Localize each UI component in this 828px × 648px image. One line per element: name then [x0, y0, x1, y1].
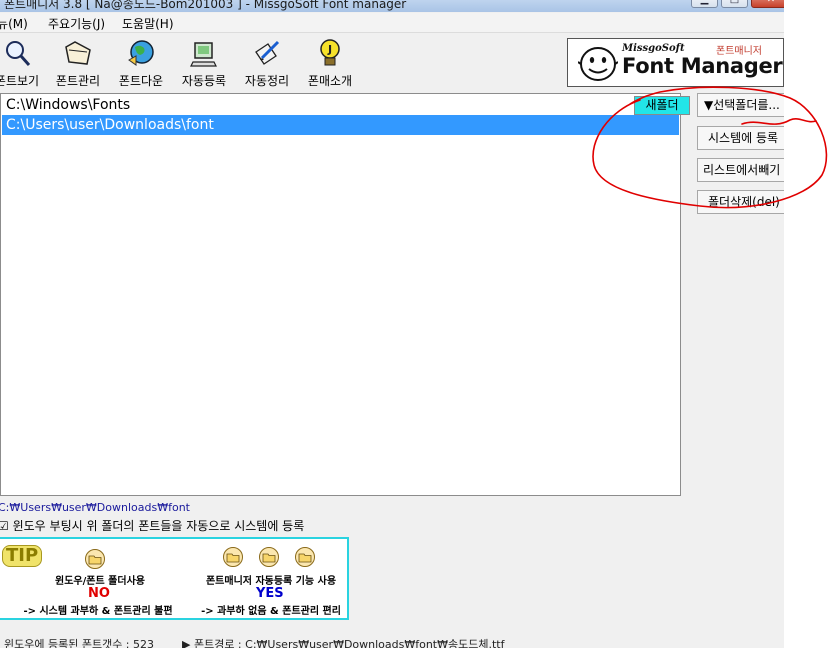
tool-label: 폰트다운	[118, 74, 164, 88]
folder-icon	[259, 547, 279, 567]
maximize-icon: □	[722, 0, 747, 7]
folder-row-selected[interactable]: C:\Users\user\Downloads\font	[2, 115, 679, 135]
menu-help[interactable]: 도움말(H)	[122, 15, 174, 32]
status-font-path: ▶ 폰트경로 : C:₩Users₩user₩Downloads₩font₩송도…	[182, 638, 505, 648]
smiley-face-icon	[578, 47, 618, 81]
tool-auto-organize[interactable]: 자동정리	[236, 34, 298, 90]
lightbulb-icon: J	[320, 39, 340, 66]
tool-intro[interactable]: J 폰매소개	[299, 34, 361, 90]
tip-left-desc: -> 시스템 과부하 & 폰트관리 불편	[23, 606, 173, 617]
delete-folder-button[interactable]: 폴더삭제(del)	[697, 190, 784, 214]
tip-left-answer: NO	[88, 586, 110, 601]
folder-icon	[223, 547, 243, 567]
folder-icon	[65, 41, 91, 65]
app-logo: MissgoSoft 폰트매니저 Font Manager	[567, 38, 784, 87]
pen-icon	[255, 40, 280, 65]
brand-title: Font Manager	[622, 54, 783, 78]
folder-icon	[295, 547, 315, 567]
tool-label: 자동정리	[244, 74, 290, 88]
font-folder-list[interactable]: C:\Windows\Fonts C:\Users\user\Downloads…	[0, 93, 690, 496]
close-button[interactable]: ✕	[751, 0, 784, 8]
menu-functions[interactable]: 주요기능(J)	[48, 15, 105, 32]
folder-row[interactable]: C:\Windows\Fonts	[2, 95, 679, 115]
tool-auto-register[interactable]: 자동등록	[173, 34, 235, 90]
tip-right-title: 폰트매니저 자동등록 기능 사용	[205, 576, 337, 587]
tool-label: 폰트보기	[0, 74, 40, 88]
menu-bar: 메뉴(M) 주요기능(J) 도움말(H)	[0, 13, 784, 33]
auto-register-option[interactable]: ☑ 윈도우 부팅시 위 폴더의 폰트들을 자동으로 시스템에 등록	[0, 517, 304, 534]
tool-label: 폰트관리	[55, 74, 101, 88]
tool-label: 폰매소개	[307, 74, 353, 88]
auto-register-label: 윈도우 부팅시 위 폴더의 폰트들을 자동으로 시스템에 등록	[12, 519, 305, 533]
font-manager-window: 폰트매니저 3.8 [ Na@송도드-Bom201003 ] - MissgoS…	[0, 0, 784, 648]
maximize-button[interactable]: □	[721, 0, 748, 8]
tool-font-view[interactable]: 폰트보기	[0, 34, 48, 90]
register-system-button[interactable]: 시스템에 등록	[697, 126, 784, 150]
current-folder-path: C:₩Users₩user₩Downloads₩font	[0, 501, 190, 514]
tip-right-answer: YES	[256, 586, 284, 601]
status-bar: 윈도우에 등록된 폰트갯수 : 523 ▶ 폰트경로 : C:₩Users₩us…	[0, 632, 784, 648]
brand-small-text: MissgoSoft	[622, 43, 685, 54]
title-bar: 폰트매니저 3.8 [ Na@송도드-Bom201003 ] - MissgoS…	[0, 0, 784, 12]
tip-right-desc: -> 과부하 없음 & 폰트관리 편리	[201, 606, 341, 617]
tip-panel: TIP 윈도우/폰트 폴더사용 NO -> 시스템 과부하 & 폰트관리 불편 …	[0, 537, 349, 620]
select-folder-button[interactable]: ▼선택폴더를...	[697, 93, 784, 117]
svg-text:J: J	[327, 43, 332, 56]
status-registered-count: 윈도우에 등록된 폰트갯수 : 523	[4, 638, 155, 648]
toolbar: 폰트보기 폰트관리 폰트다운 자동등록 자동정리 J 폰매소개 MissgoSo…	[0, 34, 784, 92]
new-folder-button[interactable]: 새폴더	[634, 96, 690, 115]
close-icon: ✕	[752, 0, 784, 7]
remove-from-list-button[interactable]: 리스트에서빼기	[697, 158, 784, 182]
minimize-button[interactable]: ▁	[691, 0, 718, 8]
auto-register-checkbox[interactable]: ☑	[0, 519, 9, 533]
tip-left-title: 윈도우/폰트 폴더사용	[55, 576, 145, 587]
tip-badge: TIP	[2, 545, 43, 567]
window-title: 폰트매니저 3.8 [ Na@송도드-Bom201003 ] - MissgoS…	[4, 0, 407, 11]
folder-icon	[85, 549, 105, 569]
minimize-icon: ▁	[692, 0, 717, 7]
computer-icon	[190, 42, 217, 67]
globe-icon	[128, 40, 154, 66]
menu-main[interactable]: 메뉴(M)	[0, 15, 28, 32]
tool-label: 자동등록	[181, 74, 227, 88]
tool-font-download[interactable]: 폰트다운	[110, 34, 172, 90]
magnifier-icon	[6, 41, 31, 66]
tool-font-manage[interactable]: 폰트관리	[47, 34, 109, 90]
